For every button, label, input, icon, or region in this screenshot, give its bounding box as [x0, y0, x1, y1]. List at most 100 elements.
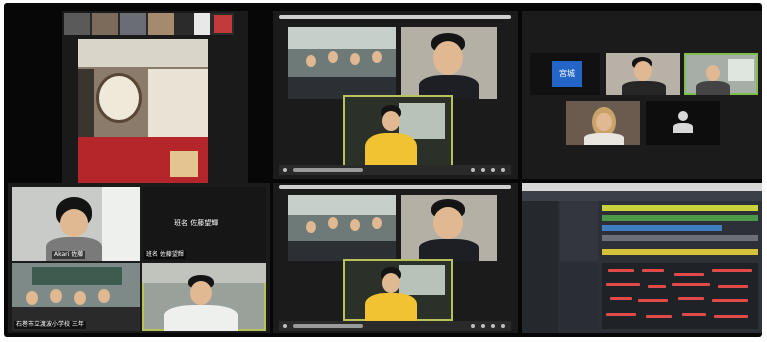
midi-note[interactable] — [718, 285, 748, 288]
more-icon[interactable] — [501, 168, 505, 172]
mic-icon[interactable] — [283, 168, 287, 172]
pane-hall — [62, 11, 248, 189]
daw-piano-roll[interactable] — [602, 263, 758, 329]
tile-student-room[interactable] — [684, 53, 758, 95]
name-card-label: 班名 佐藤望輝 — [174, 219, 219, 227]
student-face — [74, 291, 86, 305]
meeting-toolbar — [279, 165, 511, 175]
student-face — [382, 273, 400, 293]
hall-window-arch — [96, 73, 142, 123]
midi-note[interactable] — [638, 299, 668, 302]
window-titlebar[interactable] — [279, 185, 511, 189]
screen-share-icon[interactable] — [471, 324, 475, 328]
blackboard — [32, 267, 122, 285]
man-face — [634, 61, 652, 81]
midi-note[interactable] — [646, 315, 672, 318]
midi-note[interactable] — [712, 299, 748, 302]
more-icon[interactable] — [501, 324, 505, 328]
chat-icon[interactable] — [481, 324, 485, 328]
student-face — [328, 51, 338, 63]
pane-daw — [522, 183, 762, 333]
student-face — [328, 217, 338, 229]
daw-region-track-4[interactable] — [602, 235, 758, 241]
doctor-face — [190, 281, 212, 305]
desks — [288, 241, 396, 261]
participants-icon[interactable] — [491, 168, 495, 172]
student-face — [98, 289, 110, 303]
midi-note[interactable] — [608, 269, 634, 272]
thumb-4[interactable] — [148, 13, 174, 35]
midi-note[interactable] — [682, 313, 706, 316]
video-doctor[interactable] — [142, 263, 266, 331]
midi-note[interactable] — [606, 283, 640, 286]
chat-icon[interactable] — [481, 168, 485, 172]
daw-region-track-2[interactable] — [602, 215, 758, 221]
video-class-group[interactable]: 石巻市立渡波小学校 三年 — [12, 263, 140, 331]
room-window — [102, 187, 140, 261]
classroom-wall — [288, 27, 396, 49]
thumb-2[interactable] — [92, 13, 118, 35]
woman-top — [584, 133, 624, 145]
daw-toolbar — [522, 191, 762, 201]
video-name-card[interactable]: 班名 佐藤望輝 班名 佐藤望輝 — [142, 187, 266, 261]
window-titlebar[interactable] — [279, 15, 511, 19]
hall-table — [170, 151, 198, 177]
student-face — [306, 221, 316, 233]
yellow-jacket — [365, 133, 417, 167]
midi-note[interactable] — [648, 285, 666, 288]
video-wall: 宮城 Akari 佐藤 班名 佐藤望輝 班名 佐藤望輝 石巻市立渡波小学校 三年 — [4, 3, 762, 337]
progress-bar — [293, 168, 363, 172]
screen-share-icon[interactable] — [471, 168, 475, 172]
pane-meeting-bottom — [273, 183, 518, 333]
thumb-3[interactable] — [120, 13, 146, 35]
hall-ceiling — [78, 39, 208, 67]
pane-classroom: Akari 佐藤 班名 佐藤望輝 班名 佐藤望輝 石巻市立渡波小学校 三年 — [8, 183, 270, 333]
daw-region-track-5[interactable] — [602, 249, 758, 255]
student-shirt — [696, 81, 730, 95]
teacher-face — [433, 41, 463, 75]
meeting-label: 班名 佐藤望輝 — [144, 251, 186, 259]
daw-region-track-3[interactable] — [602, 225, 722, 231]
mic-icon[interactable] — [283, 324, 287, 328]
hall-wall-right — [148, 69, 208, 139]
tile-man[interactable] — [606, 53, 680, 95]
hall-video[interactable] — [78, 39, 208, 189]
teacher-face — [433, 207, 463, 239]
midi-note[interactable] — [714, 315, 748, 318]
video-teacher[interactable] — [401, 27, 497, 99]
midi-note[interactable] — [610, 297, 632, 300]
student-face — [306, 55, 316, 67]
thumb-6[interactable] — [214, 15, 232, 33]
daw-titlebar[interactable] — [522, 183, 762, 191]
midi-note[interactable] — [606, 313, 636, 316]
tile-logo[interactable]: 宮城 — [530, 53, 600, 95]
tile-woman[interactable] — [566, 101, 640, 145]
man-suit — [622, 81, 666, 95]
progress-bar — [293, 324, 363, 328]
avatar-icon — [678, 111, 688, 121]
pane-meeting-top — [273, 11, 518, 179]
midi-note[interactable] — [672, 283, 710, 286]
video-student-kid[interactable]: Akari 佐藤 — [12, 187, 140, 261]
class-label: 石巻市立渡波小学校 三年 — [14, 321, 86, 329]
midi-note[interactable] — [642, 269, 664, 272]
video-classroom-a[interactable] — [288, 27, 396, 99]
video-student-yellow[interactable] — [343, 95, 453, 167]
video-student-yellow-b[interactable] — [343, 259, 453, 321]
thumb-5[interactable] — [194, 13, 210, 35]
daw-inspector — [522, 201, 558, 333]
meeting-toolbar — [279, 321, 511, 331]
video-teacher-b[interactable] — [401, 195, 497, 261]
midi-note[interactable] — [712, 269, 752, 272]
midi-note[interactable] — [678, 297, 704, 300]
student-face — [372, 51, 382, 63]
midi-note[interactable] — [674, 273, 704, 276]
pane-grid: 宮城 — [522, 11, 762, 179]
student-face — [350, 219, 360, 231]
daw-region-track-1[interactable] — [602, 205, 758, 211]
participants-icon[interactable] — [491, 324, 495, 328]
thumb-1[interactable] — [64, 13, 90, 35]
hall-wall-left — [78, 69, 94, 139]
video-classroom-b[interactable] — [288, 195, 396, 261]
tile-no-video[interactable] — [646, 101, 720, 145]
